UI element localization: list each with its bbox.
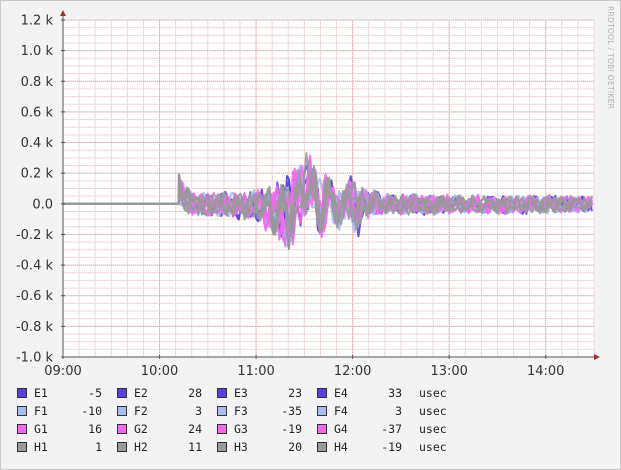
y-tick-label: -0.4 k — [16, 259, 53, 274]
y-tick-label: 0.8 k — [21, 75, 54, 90]
legend-swatch — [317, 442, 327, 452]
x-axis-arrow — [594, 354, 600, 360]
legend-series-value: 3 — [395, 404, 402, 418]
legend-series-value: -35 — [281, 404, 302, 418]
legend-swatch — [117, 388, 127, 398]
legend-unit: usec — [419, 422, 447, 436]
legend: E1 -5 E2 28 E3 23 E4 33 usec F1 -10 F2 3 F3 -35 F4 3 usec… — [17, 384, 497, 456]
legend-series-name: E2 — [134, 386, 148, 400]
legend-swatch — [17, 388, 27, 398]
legend-item-g4: G4 -37 — [317, 422, 417, 436]
legend-series-value: 3 — [195, 404, 202, 418]
legend-row-g: G1 16 G2 24 G3 -19 G4 -37 usec — [17, 420, 497, 438]
y-tick-label: 0.6 k — [21, 105, 54, 120]
legend-row-f: F1 -10 F2 3 F3 -35 F4 3 usec — [17, 402, 497, 420]
x-tick-label: 10:00 — [141, 364, 178, 379]
y-tick-label: -0.6 k — [16, 289, 53, 304]
legend-series-name: F1 — [34, 404, 48, 418]
legend-series-name: H4 — [334, 440, 348, 454]
y-axis-arrow — [60, 10, 66, 16]
x-tick-labels: 09:00 10:00 11:00 12:00 13:00 14:00 — [44, 364, 564, 379]
legend-item-e3: E3 23 — [217, 386, 317, 400]
legend-series-name: E3 — [234, 386, 248, 400]
legend-item-f3: F3 -35 — [217, 404, 317, 418]
legend-series-name: F3 — [234, 404, 248, 418]
y-tick-label: 1.0 k — [21, 44, 54, 59]
legend-series-value: -37 — [381, 422, 402, 436]
x-tick-label: 09:00 — [44, 364, 81, 379]
x-tick-label: 13:00 — [430, 364, 467, 379]
legend-swatch — [317, 406, 327, 416]
rrdtool-watermark: RRDTOOL / TOBI OETIKER — [606, 6, 615, 109]
x-tick-label: 14:00 — [527, 364, 564, 379]
legend-item-e2: E2 28 — [117, 386, 217, 400]
legend-swatch — [117, 424, 127, 434]
legend-item-e1: E1 -5 — [17, 386, 117, 400]
legend-item-h4: H4 -19 — [317, 440, 417, 454]
legend-item-g2: G2 24 — [117, 422, 217, 436]
legend-series-name: G3 — [234, 422, 248, 436]
x-tick-label: 12:00 — [334, 364, 371, 379]
y-tick-labels: 1.2 k 1.0 k 0.8 k 0.6 k 0.4 k 0.2 k 0.0 -0.2 k -… — [16, 14, 53, 366]
legend-item-h1: H1 1 — [17, 440, 117, 454]
legend-item-g3: G3 -19 — [217, 422, 317, 436]
legend-swatch — [117, 442, 127, 452]
y-tick-label: 0.0 — [32, 197, 53, 212]
legend-swatch — [17, 424, 27, 434]
y-tick-label: -0.8 k — [16, 320, 53, 335]
legend-row-e: E1 -5 E2 28 E3 23 E4 33 usec — [17, 384, 497, 402]
legend-series-name: H1 — [34, 440, 48, 454]
legend-series-value: 33 — [388, 386, 402, 400]
y-tick-label: 1.2 k — [21, 14, 54, 29]
legend-series-name: E1 — [34, 386, 48, 400]
legend-item-f2: F2 3 — [117, 404, 217, 418]
legend-swatch — [317, 424, 327, 434]
legend-item-f1: F1 -10 — [17, 404, 117, 418]
legend-series-value: -5 — [88, 386, 102, 400]
legend-series-name: F2 — [134, 404, 148, 418]
legend-series-value: 16 — [88, 422, 102, 436]
legend-series-value: 20 — [288, 440, 302, 454]
legend-series-value: -10 — [81, 404, 102, 418]
legend-swatch — [217, 388, 227, 398]
legend-row-h: H1 1 H2 11 H3 20 H4 -19 usec — [17, 438, 497, 456]
legend-series-name: G4 — [334, 422, 348, 436]
legend-swatch — [117, 406, 127, 416]
legend-swatch — [317, 388, 327, 398]
legend-swatch — [217, 442, 227, 452]
legend-series-name: H2 — [134, 440, 148, 454]
legend-item-g1: G1 16 — [17, 422, 117, 436]
y-tick-label: 0.4 k — [21, 136, 54, 151]
y-tick-label: -0.2 k — [16, 228, 53, 243]
legend-series-value: 24 — [188, 422, 202, 436]
legend-unit: usec — [419, 386, 447, 400]
legend-item-h3: H3 20 — [217, 440, 317, 454]
legend-item-f4: F4 3 — [317, 404, 417, 418]
legend-item-e4: E4 33 — [317, 386, 417, 400]
legend-series-value: 28 — [188, 386, 202, 400]
legend-series-value: 23 — [288, 386, 302, 400]
legend-swatch — [17, 442, 27, 452]
legend-swatch — [217, 424, 227, 434]
legend-series-name: E4 — [334, 386, 348, 400]
legend-unit: usec — [419, 440, 447, 454]
legend-series-value: -19 — [381, 440, 402, 454]
legend-series-name: G2 — [134, 422, 148, 436]
legend-series-name: H3 — [234, 440, 248, 454]
legend-series-value: -19 — [281, 422, 302, 436]
legend-swatch — [217, 406, 227, 416]
legend-item-h2: H2 11 — [117, 440, 217, 454]
legend-unit: usec — [419, 404, 447, 418]
legend-series-value: 1 — [95, 440, 102, 454]
x-tick-label: 11:00 — [237, 364, 274, 379]
legend-series-name: F4 — [334, 404, 348, 418]
legend-series-value: 11 — [188, 440, 202, 454]
legend-swatch — [17, 406, 27, 416]
legend-series-name: G1 — [34, 422, 48, 436]
y-tick-label: 0.2 k — [21, 167, 54, 182]
